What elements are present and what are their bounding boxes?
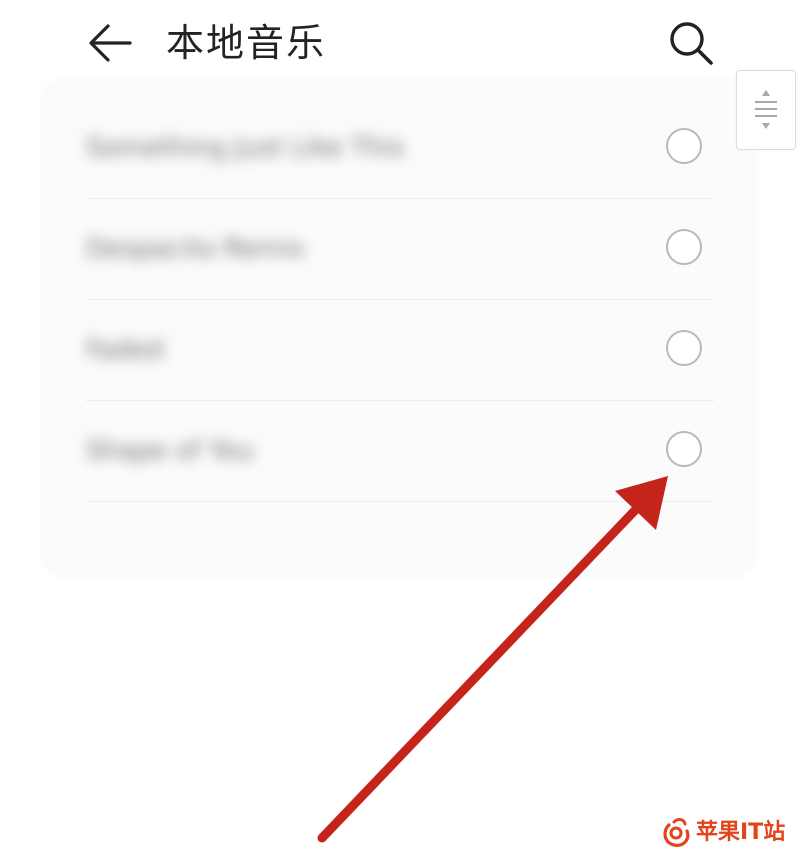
header: 本地音乐 — [0, 0, 800, 88]
search-icon[interactable] — [666, 18, 716, 68]
select-radio[interactable] — [666, 229, 702, 265]
list-item[interactable]: Faded — [86, 300, 714, 401]
watermark: 苹果IT站 — [660, 814, 794, 852]
list-item[interactable]: Something Just Like This — [86, 98, 714, 199]
select-radio[interactable] — [666, 431, 702, 467]
song-title: Despacito Remix — [86, 234, 305, 264]
song-title: Something Just Like This — [86, 133, 405, 163]
page-title: 本地音乐 — [166, 21, 327, 65]
song-title: Shape of You — [86, 436, 254, 466]
logo-icon — [663, 818, 690, 847]
song-list: Something Just Like This Despacito Remix… — [86, 98, 714, 502]
watermark-text: 苹果IT站 — [696, 820, 786, 845]
screen: 本地音乐 Something Just Like This Despacito … — [0, 0, 800, 856]
song-title: Faded — [86, 335, 164, 365]
drag-handle-icon — [755, 90, 777, 129]
list-item[interactable]: Despacito Remix — [86, 199, 714, 300]
select-radio[interactable] — [666, 330, 702, 366]
select-radio[interactable] — [666, 128, 702, 164]
back-arrow-icon[interactable] — [86, 22, 134, 64]
list-item[interactable]: Shape of You — [86, 401, 714, 502]
scroll-handle[interactable] — [736, 70, 796, 150]
